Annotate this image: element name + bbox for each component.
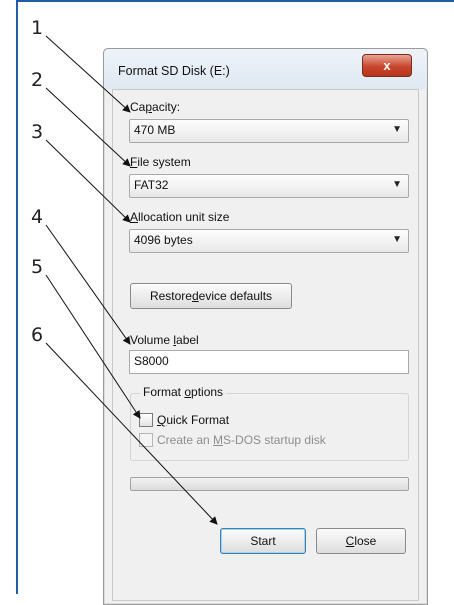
restore-defaults-button[interactable]: Restore d evice defaults: [130, 283, 292, 309]
callout-1: 1: [31, 17, 44, 39]
allocation-size-value: 4096 bytes: [134, 233, 193, 247]
volume-label-input[interactable]: S8000: [129, 350, 409, 374]
quick-format-checkbox[interactable]: [139, 413, 153, 427]
callout-4: 4: [31, 206, 44, 228]
close-icon: x: [383, 58, 391, 73]
chevron-down-icon: ▼: [392, 124, 402, 135]
figure-frame-left: [16, 0, 18, 594]
msdos-startup-checkbox[interactable]: [139, 433, 153, 447]
capacity-select[interactable]: 470 MB ▼: [129, 119, 409, 143]
callout-2: 2: [31, 69, 44, 91]
dialog-title: Format SD Disk (E:): [118, 64, 230, 78]
close-button[interactable]: Close: [316, 528, 406, 554]
file-system-value: FAT32: [134, 178, 169, 192]
title-bar: Format SD Disk (E:) x: [104, 49, 427, 89]
close-window-button[interactable]: x: [362, 54, 412, 77]
file-system-select[interactable]: FAT32 ▼: [129, 174, 409, 198]
figure-frame-top: [16, 0, 454, 2]
volume-label-value: S8000: [134, 354, 169, 368]
msdos-startup-label: Create an MS-DOS startup disk: [157, 433, 326, 447]
capacity-label: Capacity:: [130, 100, 181, 114]
format-options-title: Format options: [140, 385, 227, 399]
allocation-size-select[interactable]: 4096 bytes ▼: [129, 229, 409, 253]
callout-6: 6: [31, 324, 44, 346]
format-options-group: [130, 393, 409, 461]
quick-format-label[interactable]: Quick Format: [157, 413, 229, 427]
capacity-value: 470 MB: [134, 123, 176, 137]
callout-3: 3: [31, 121, 44, 143]
callout-5: 5: [31, 256, 44, 278]
start-button[interactable]: Start: [220, 528, 306, 554]
file-system-label: File system: [130, 155, 191, 169]
format-progress-bar: [130, 477, 409, 491]
allocation-size-label: Allocation unit size: [130, 210, 230, 224]
chevron-down-icon: ▼: [392, 234, 402, 245]
chevron-down-icon: ▼: [392, 179, 402, 190]
volume-label-label: Volume label: [130, 333, 199, 347]
